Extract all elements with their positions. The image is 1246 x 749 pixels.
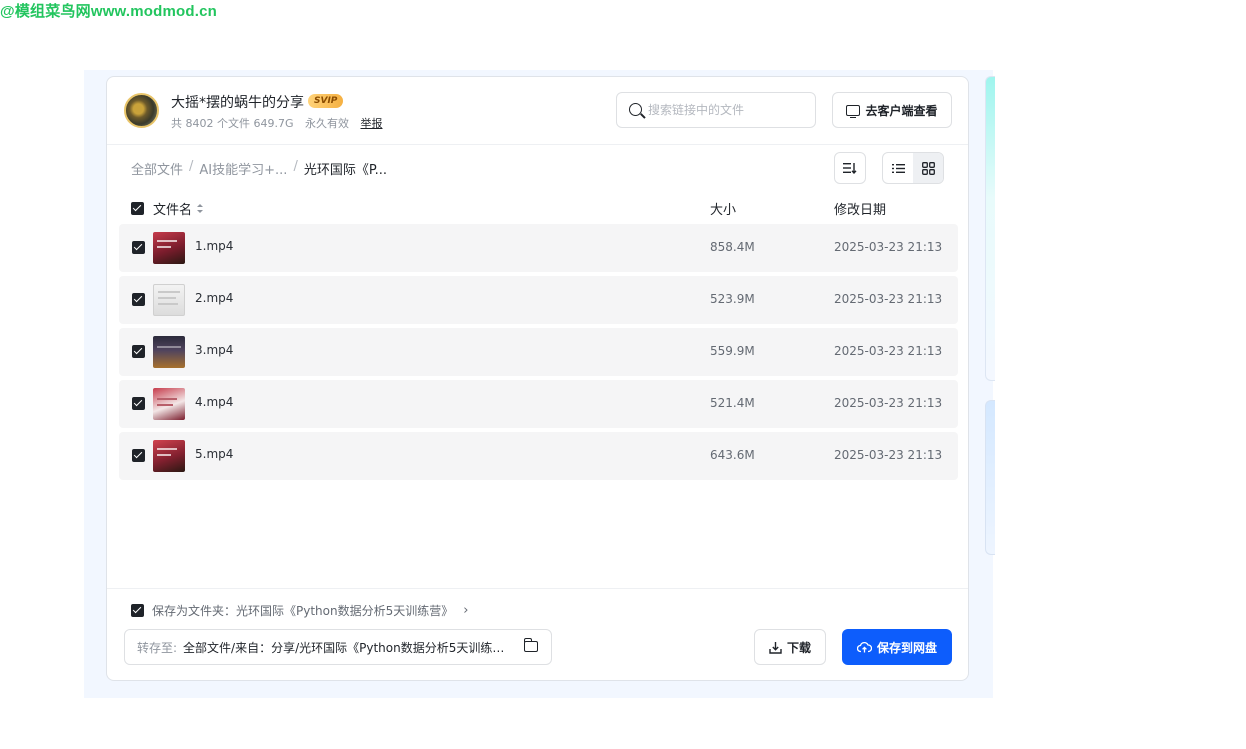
- breadcrumb: 全部文件 / AI技能学习+... / 光环国际《P...: [131, 159, 387, 178]
- table-row[interactable]: 5.mp4 643.6M 2025-03-23 21:13: [119, 432, 958, 480]
- table-row[interactable]: 4.mp4 521.4M 2025-03-23 21:13: [119, 380, 958, 428]
- search-input[interactable]: [648, 93, 813, 127]
- file-date: 2025-03-23 21:13: [834, 448, 943, 462]
- search-icon: [629, 103, 642, 116]
- breadcrumb-current: 光环国际《P...: [303, 163, 388, 178]
- save-as-folder-label: 保存为文件夹：光环国际《Python数据分析5天训练营》: [152, 604, 454, 618]
- file-size: 523.9M: [710, 292, 755, 306]
- validity: 永久有效: [305, 117, 349, 130]
- view-toggle: [882, 152, 944, 184]
- footer-divider: [107, 588, 968, 589]
- grid-view-button[interactable]: [913, 153, 943, 183]
- column-size-header: 大小: [710, 203, 737, 218]
- breadcrumb-separator: /: [293, 159, 298, 174]
- column-date-header: 修改日期: [834, 203, 887, 218]
- folder-icon[interactable]: [524, 638, 538, 652]
- row-checkbox[interactable]: [132, 449, 145, 462]
- save-to-drive-button[interactable]: 保存到网盘: [842, 629, 952, 665]
- avatar: [124, 93, 159, 128]
- select-all-checkbox[interactable]: [131, 202, 144, 215]
- report-link[interactable]: 举报: [361, 117, 383, 130]
- file-date: 2025-03-23 21:13: [834, 240, 943, 254]
- chevron-right-icon: ›: [463, 603, 469, 618]
- sort-icon: [843, 163, 857, 174]
- open-in-client-button[interactable]: 去客户端查看: [832, 92, 952, 128]
- file-name[interactable]: 1.mp4: [195, 239, 233, 253]
- column-name-header[interactable]: 文件名: [153, 199, 204, 218]
- file-list: 1.mp4 858.4M 2025-03-23 21:13 2.mp4 523.…: [119, 224, 958, 484]
- video-thumbnail: [153, 336, 185, 368]
- destination-picker[interactable]: 转存至: 全部文件/来自：分享/光环国际《Python数据分析5天训练营》: [124, 629, 552, 665]
- destination-path: 全部文件/来自：分享/光环国际《Python数据分析5天训练营》: [183, 640, 506, 655]
- save-as-folder-option[interactable]: 保存为文件夹：光环国际《Python数据分析5天训练营》 ›: [131, 602, 468, 619]
- watermark-text: @模组菜鸟网www.modmod.cn: [0, 3, 218, 20]
- list-icon: [891, 163, 905, 173]
- video-thumbnail: [153, 284, 185, 316]
- download-label: 下载: [786, 640, 811, 655]
- share-title: 大摇*摆的蜗牛的分享: [171, 95, 304, 111]
- sort-button[interactable]: [834, 152, 866, 184]
- file-count: 共 8402 个文件 649.7G: [171, 117, 294, 130]
- sort-toggle-icon: [197, 204, 204, 213]
- row-checkbox[interactable]: [132, 345, 145, 358]
- open-in-client-label: 去客户端查看: [865, 103, 938, 118]
- row-checkbox[interactable]: [132, 293, 145, 306]
- file-size: 559.9M: [710, 344, 755, 358]
- table-row[interactable]: 2.mp4 523.9M 2025-03-23 21:13: [119, 276, 958, 324]
- table-header: 文件名 大小 修改日期: [131, 199, 961, 219]
- column-name-label: 文件名: [153, 203, 193, 218]
- video-thumbnail: [153, 232, 185, 264]
- breadcrumb-root[interactable]: 全部文件: [131, 159, 183, 178]
- file-name[interactable]: 5.mp4: [195, 447, 233, 461]
- cloud-upload-icon: [856, 641, 872, 653]
- monitor-icon: [846, 104, 861, 119]
- share-meta: 共 8402 个文件 649.7G 永久有效 举报: [171, 115, 391, 131]
- list-view-button[interactable]: [883, 153, 913, 183]
- table-row[interactable]: 1.mp4 858.4M 2025-03-23 21:13: [119, 224, 958, 272]
- row-checkbox[interactable]: [132, 241, 145, 254]
- file-date: 2025-03-23 21:13: [834, 396, 943, 410]
- download-icon: [769, 641, 782, 654]
- share-header: 大摇*摆的蜗牛的分享 SVIP 共 8402 个文件 649.7G 永久有效 举…: [107, 77, 968, 145]
- file-size: 521.4M: [710, 396, 755, 410]
- file-date: 2025-03-23 21:13: [834, 344, 943, 358]
- side-panel-top: [985, 76, 995, 381]
- file-name[interactable]: 4.mp4: [195, 395, 233, 409]
- video-thumbnail: [153, 440, 185, 472]
- breadcrumb-level1[interactable]: AI技能学习+...: [199, 159, 287, 178]
- save-to-drive-label: 保存到网盘: [876, 640, 937, 655]
- table-row[interactable]: 3.mp4 559.9M 2025-03-23 21:13: [119, 328, 958, 376]
- file-size: 858.4M: [710, 240, 755, 254]
- row-checkbox[interactable]: [132, 397, 145, 410]
- search-box: [616, 92, 816, 128]
- download-button[interactable]: 下载: [754, 629, 826, 665]
- file-date: 2025-03-23 21:13: [834, 292, 943, 306]
- svip-badge: SVIP: [308, 94, 344, 108]
- file-name[interactable]: 2.mp4: [195, 291, 233, 305]
- side-panel-bottom: [985, 400, 995, 555]
- save-as-folder-checkbox[interactable]: [131, 604, 144, 617]
- share-card: 大摇*摆的蜗牛的分享 SVIP 共 8402 个文件 649.7G 永久有效 举…: [106, 76, 969, 681]
- video-thumbnail: [153, 388, 185, 420]
- destination-label: 转存至:: [137, 640, 178, 655]
- grid-icon: [921, 161, 935, 175]
- file-size: 643.6M: [710, 448, 755, 462]
- breadcrumb-separator: /: [189, 159, 194, 174]
- file-name[interactable]: 3.mp4: [195, 343, 233, 357]
